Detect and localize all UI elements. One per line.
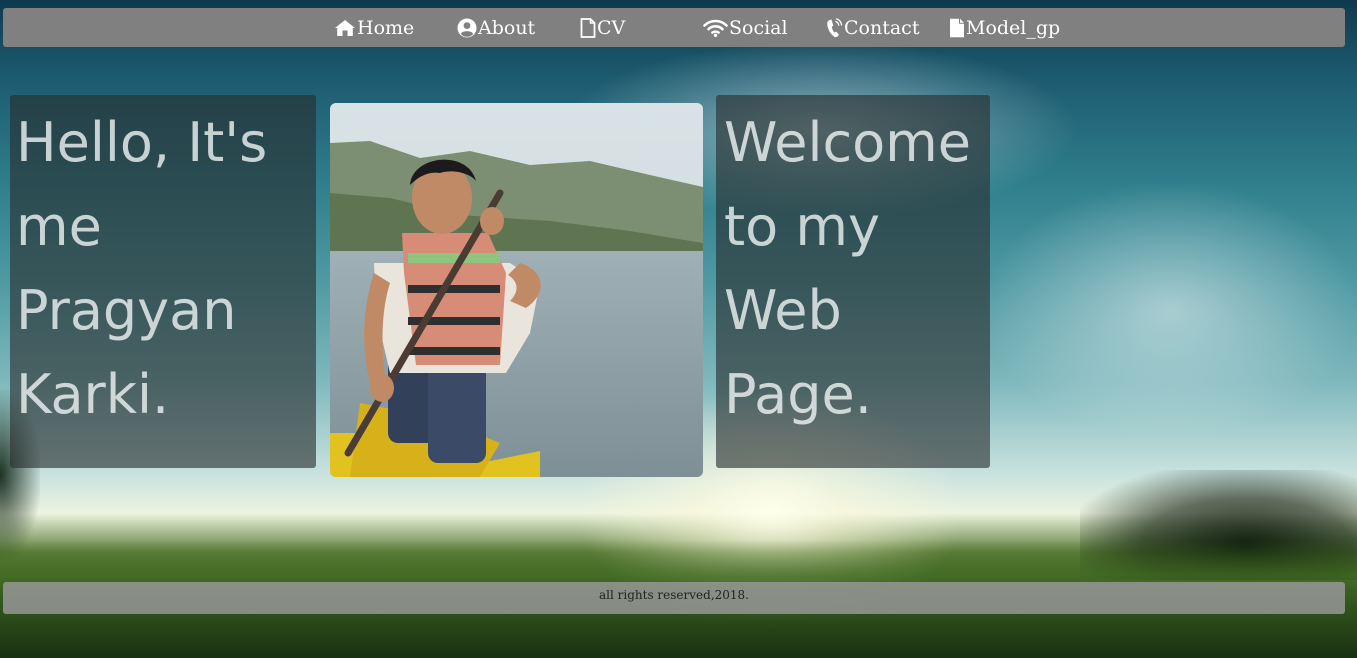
intro-panel: Hello, It's me Pragyan Karki.: [10, 95, 316, 468]
welcome-line: to my: [724, 195, 880, 258]
intro-line: Hello, It's: [16, 111, 268, 174]
nav-cv[interactable]: CV: [580, 8, 625, 47]
welcome-line: Welcome: [724, 111, 972, 174]
intro-line: me: [16, 195, 102, 258]
nav-home-label: Home: [357, 16, 415, 39]
nav-home[interactable]: Home: [334, 8, 414, 47]
nav-social[interactable]: Social: [703, 8, 788, 47]
footer-text: all rights reserved,2018.: [599, 588, 749, 602]
nav-about[interactable]: About: [457, 8, 535, 47]
profile-photo: [330, 103, 703, 477]
user-circle-icon: [457, 18, 477, 38]
intro-line: Pragyan: [16, 279, 237, 342]
wifi-icon: [703, 19, 728, 37]
welcome-panel: Welcome to my Web Page.: [716, 95, 990, 468]
welcome-line: Page.: [724, 363, 872, 426]
navbar: Home About CV Social Contact Model_gp: [3, 8, 1345, 47]
nav-social-label: Social: [729, 16, 788, 39]
intro-line: Karki.: [16, 363, 170, 426]
file-solid-icon: [949, 18, 965, 38]
nav-cv-label: CV: [597, 16, 626, 39]
home-icon: [334, 19, 356, 37]
nav-contact-label: Contact: [844, 16, 920, 39]
welcome-line: Web: [724, 279, 842, 342]
background-cloud: [980, 180, 1357, 440]
footer: all rights reserved,2018.: [3, 582, 1345, 614]
nav-model-gp-label: Model_gp: [966, 16, 1061, 39]
nav-model-gp[interactable]: Model_gp: [949, 8, 1060, 47]
background-trees-right: [1080, 470, 1357, 580]
phone-ringing-icon: [826, 17, 843, 38]
nav-about-label: About: [478, 16, 536, 39]
file-outline-icon: [580, 17, 596, 38]
nav-contact[interactable]: Contact: [826, 8, 919, 47]
